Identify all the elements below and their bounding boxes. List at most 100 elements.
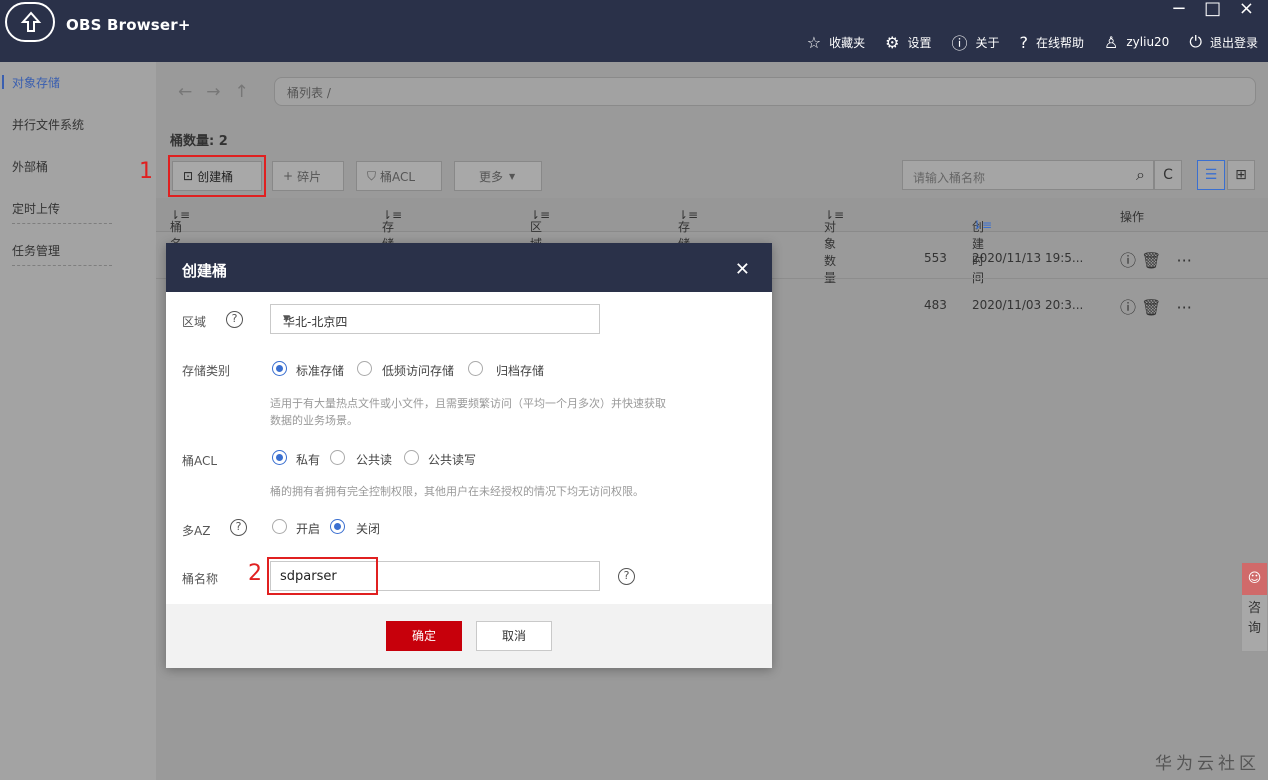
row1-actions: ⓘ 🗑 ··· xyxy=(1120,247,1192,271)
option-az-off: 关闭 xyxy=(356,522,381,536)
option-private: 私有 xyxy=(296,453,321,467)
table-header: 桶名称 ⇂≡ 存储类别 ⇂≡ 区域 ⇂≡ 存储用量 ⇂≡ 对象数量 ⇂≡ 创建时… xyxy=(156,198,1268,285)
grid-view-button[interactable]: ⊞ xyxy=(1227,160,1255,190)
cancel-button[interactable]: 取消 xyxy=(476,621,552,651)
region-select[interactable]: 华北-北京四 ▼ xyxy=(270,304,600,334)
radio-az-off[interactable] xyxy=(330,519,345,534)
sidebar-item-parallel-fs[interactable]: 并行文件系统 xyxy=(0,104,156,146)
help-icon[interactable]: ? xyxy=(226,311,243,328)
search-input[interactable]: 请输入桶名称 ⌕ xyxy=(902,160,1154,190)
radio-standard[interactable] xyxy=(272,361,287,376)
sidebar-item-task-management[interactable]: 任务管理 xyxy=(0,230,156,272)
grid-icon: ⊞ xyxy=(1235,167,1247,183)
help-icon[interactable]: ? xyxy=(230,519,247,536)
ok-button[interactable]: 确定 xyxy=(386,621,462,651)
fragments-button[interactable]: + 碎片 xyxy=(272,161,344,191)
star-icon: ☆ xyxy=(806,32,822,52)
step-number-2: 2 xyxy=(248,561,262,586)
nav-about[interactable]: ⓘ 关于 xyxy=(951,30,999,54)
info-icon: ⓘ xyxy=(951,34,968,53)
sidebar: 对象存储 并行文件系统 外部桶 定时上传 任务管理 xyxy=(0,62,156,780)
list-icon: ☰ xyxy=(1204,167,1218,183)
col-region[interactable]: 区域 ⇂≡ xyxy=(530,208,550,251)
highlight-box xyxy=(267,557,378,595)
sidebar-item-object-storage[interactable]: 对象存储 xyxy=(0,62,156,104)
bucket-acl-button[interactable]: ⛉ 桶ACL xyxy=(356,161,442,191)
bucket-count: 桶数量: 2 xyxy=(170,134,228,149)
trash-icon[interactable]: 🗑 xyxy=(1141,298,1161,317)
top-nav: ☆ 收藏夹 ⚙ 设置 ⓘ 关于 ? 在线帮助 ♙ zyliu20 ⏻ 退出登录 xyxy=(807,30,1258,54)
row2-actions: ⓘ 🗑 ··· xyxy=(1120,294,1192,318)
info-icon[interactable]: ⓘ xyxy=(1120,298,1136,317)
refresh-button[interactable]: C xyxy=(1154,160,1182,190)
radio-public-read[interactable] xyxy=(330,450,345,465)
info-icon[interactable]: ⓘ xyxy=(1120,251,1136,270)
col-object-count[interactable]: 对象数量 ⇂≡ xyxy=(824,208,844,285)
cloud-logo-icon xyxy=(5,2,55,42)
help-icon: ? xyxy=(1019,32,1029,52)
more-icon[interactable]: ··· xyxy=(1177,298,1192,317)
nav-arrows: ←→↑ xyxy=(178,82,263,102)
list-view-button[interactable]: ☰ xyxy=(1197,160,1225,190)
divider xyxy=(12,223,112,224)
option-public-read-write: 公共读写 xyxy=(428,453,477,467)
acl-hint: 桶的拥有者拥有完全控制权限，其他用户在未经授权的情况下均无访问权限。 xyxy=(270,485,644,498)
row2-created: 2020/11/03 20:3... xyxy=(972,298,1084,312)
nav-user[interactable]: ♙ zyliu20 xyxy=(1104,33,1169,52)
row2-object-count: 483 xyxy=(924,298,947,312)
nav-settings[interactable]: ⚙ 设置 xyxy=(885,33,931,52)
chevron-down-icon: ▼ xyxy=(509,171,516,181)
col-actions: 操作 xyxy=(1120,210,1145,224)
radio-archive[interactable] xyxy=(468,361,483,376)
more-icon[interactable]: ··· xyxy=(1177,251,1192,270)
path-bar[interactable]: 桶列表 / xyxy=(274,77,1256,106)
up-arrow-icon[interactable]: ↑ xyxy=(235,82,263,102)
storage-hint-line1: 适用于有大量热点文件或小文件，且需要频繁访问（平均一个月多次）并快速获取 xyxy=(270,397,666,410)
help-icon[interactable]: ? xyxy=(618,568,635,585)
option-standard: 标准存储 xyxy=(296,364,345,378)
storage-class-label: 存储类别 xyxy=(182,364,231,378)
sidebar-item-scheduled-upload[interactable]: 定时上传 xyxy=(0,188,156,230)
more-button[interactable]: 更多 ▼ xyxy=(454,161,542,191)
nav-logout[interactable]: ⏻ 退出登录 xyxy=(1189,32,1258,52)
forward-arrow-icon[interactable]: → xyxy=(206,82,234,102)
nav-help[interactable]: ? 在线帮助 xyxy=(1020,33,1085,52)
radio-az-on[interactable] xyxy=(272,519,287,534)
create-bucket-dialog: 创建桶 ✕ 区域 ? 华北-北京四 ▼ 存储类别 标准存储 低频访问存储 归档存… xyxy=(166,243,772,668)
highlight-box xyxy=(168,155,266,197)
storage-hint-line2: 数据的业务场景。 xyxy=(270,414,358,427)
refresh-icon: C xyxy=(1163,167,1173,183)
option-public-read: 公共读 xyxy=(356,453,393,467)
title-bar: OBS Browser+ − □ × ☆ 收藏夹 ⚙ 设置 ⓘ 关于 ? 在线帮助 ♙ z… xyxy=(0,0,1268,62)
close-icon[interactable]: ✕ xyxy=(735,259,750,280)
radio-public-read-write[interactable] xyxy=(404,450,419,465)
option-archive: 归档存储 xyxy=(496,364,545,378)
fragment-icon: + xyxy=(283,169,294,183)
app-title: OBS Browser+ xyxy=(66,16,191,34)
dialog-title: 创建桶 xyxy=(182,262,228,280)
option-az-on: 开启 xyxy=(296,522,321,536)
multi-az-label: 多AZ xyxy=(182,524,211,538)
shield-icon: ⛉ xyxy=(367,168,377,183)
region-label: 区域 xyxy=(182,315,207,329)
bucket-name-label: 桶名称 xyxy=(182,572,219,586)
radio-private[interactable] xyxy=(272,450,287,465)
step-number-1: 1 xyxy=(139,159,153,184)
chat-icon: ☺ xyxy=(1242,563,1267,595)
row1-object-count: 553 xyxy=(924,251,947,265)
col-bucket-name[interactable]: 桶名称 ⇂≡ xyxy=(170,208,190,268)
search-icon[interactable]: ⌕ xyxy=(1136,165,1145,185)
window-controls[interactable]: − □ × xyxy=(1171,0,1260,19)
col-storage-usage[interactable]: 存储用量 ⇂≡ xyxy=(678,208,698,285)
acl-label: 桶ACL xyxy=(182,454,218,468)
trash-icon[interactable]: 🗑 xyxy=(1141,251,1161,270)
consult-widget[interactable]: ☺ 咨询 xyxy=(1241,562,1268,652)
radio-infrequent[interactable] xyxy=(357,361,372,376)
col-storage-class[interactable]: 存储类别 ⇂≡ xyxy=(382,208,402,285)
nav-favorites[interactable]: ☆ 收藏夹 xyxy=(807,33,865,52)
back-arrow-icon[interactable]: ← xyxy=(178,82,206,102)
gear-icon: ⚙ xyxy=(885,32,900,52)
watermark: 华为云社区 xyxy=(1155,754,1260,774)
user-icon: ♙ xyxy=(1104,32,1119,52)
sidebar-item-external-bucket[interactable]: 外部桶 xyxy=(0,146,156,188)
